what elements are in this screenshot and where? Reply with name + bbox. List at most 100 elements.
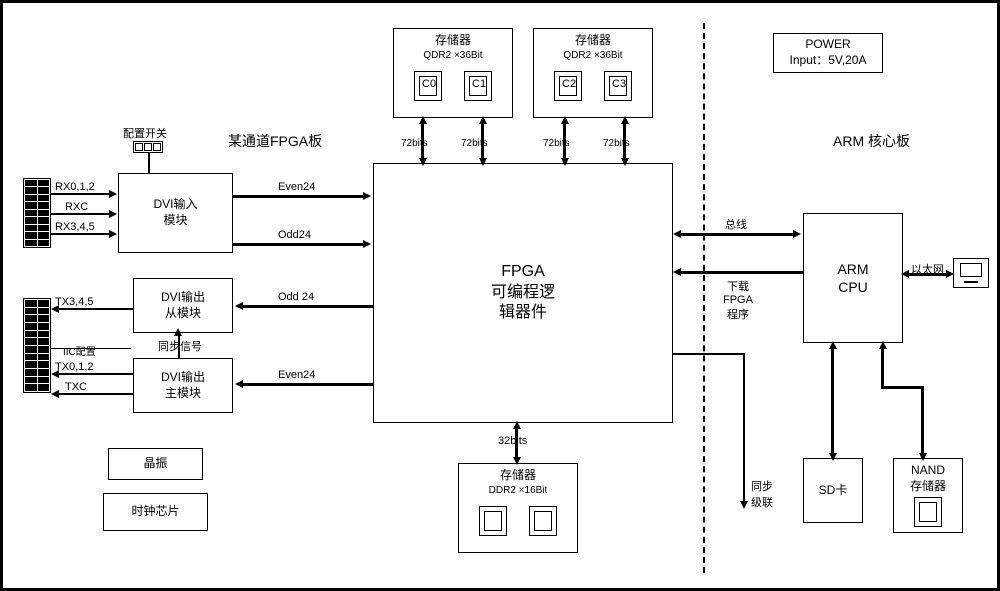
odd24-1-arrow [363,240,371,248]
chip-c0-label: C0 [422,77,436,91]
bus-line [681,233,795,236]
sync-cascade-label: 同步 级联 [751,478,773,510]
dvi-out-master-label: DVI输出 主模块 [161,370,205,401]
sd-box: SD卡 [803,458,863,523]
bus-al [673,230,681,238]
rx012-line [51,193,111,195]
odd24-2-line [243,305,373,308]
tx012-label: TX0,1,2 [55,361,94,373]
arm-sd-au [829,341,837,349]
tx345-arrow [51,305,59,313]
rx-connector-icon [23,178,51,248]
odd24-1-label: Odd24 [278,229,311,241]
download-line [681,271,803,274]
sync-cascade-h [673,353,743,355]
iic-label: IIC配置 [63,343,96,358]
dvi-out-slave-label: DVI输出 从模块 [161,290,205,321]
osc-label: 晶振 [143,456,167,472]
fpga-box: FPGA 可编程逻 辑器件 [373,163,673,423]
mem-bottom-title: 存储器 [500,468,536,484]
bits72-3-ad [561,158,569,166]
dvi-out-master-box: DVI输出 主模块 [133,358,233,413]
mem-top1: 存储器 QDR2 ×36Bit C0 C1 [393,28,513,118]
tx345-label: TX3,4,5 [55,296,94,308]
sync-signal-label: 同步信号 [158,338,202,354]
odd24-2-arrow [235,302,243,310]
mem-bottom-chip1 [479,506,507,536]
chip-c2-label: C2 [562,77,576,91]
arm-board-title: ARM 核心板 [833,131,910,151]
bits72-2-line [481,121,484,161]
arm-nand-ad [919,453,927,461]
txc-label: TXC [65,381,87,393]
even24-2-line [243,383,373,386]
rxc-label: RXC [65,201,88,213]
bits72-1-au [419,116,427,124]
diagram-canvas: 某通道FPGA板 ARM 核心板 POWER Input：5V,20A 存储器 … [0,0,1000,591]
arm-eth-line [906,273,949,276]
tx012-line [59,373,134,375]
sd-label: SD卡 [819,483,848,499]
rxc-arrow [109,210,117,218]
arm-nand-au [879,341,887,349]
bits72-3-line [563,121,566,161]
mem-bottom-subtitle: DDR2 ×16Bit [489,484,548,497]
config-switch-label: 配置开关 [123,125,167,141]
dvi-out-slave-box: DVI输出 从模块 [133,278,233,333]
even24-1-label: Even24 [278,181,315,193]
bits72-1-ad [419,158,427,166]
rx345-arrow [109,230,117,238]
bus-ar [793,230,801,238]
dvi-input-label: DVI输入 模块 [153,197,197,228]
mem-top1-title: 存储器 [435,33,471,49]
sync-cascade-ad [740,501,748,509]
arm-eth-al [901,270,909,278]
nand-label: NAND 存储器 [910,463,946,494]
sync-line [178,333,180,358]
even24-1-arrow [363,192,371,200]
nand-chip [914,497,942,527]
osc-box: 晶振 [108,448,203,480]
bits72-2-au [479,116,487,124]
tx012-arrow [51,370,59,378]
bits72-4-line [623,121,626,161]
even24-2-arrow [235,380,243,388]
mem-top2: 存储器 QDR2 ×36Bit C2 C3 [533,28,653,118]
bits72-3-au [561,116,569,124]
mem-top2-title: 存储器 [575,33,611,49]
divider [703,23,705,573]
arm-eth-ar [946,270,954,278]
dvi-input-box: DVI输入 模块 [118,173,233,253]
rx012-arrow [109,190,117,198]
mem-top1-subtitle: QDR2 ×36Bit [423,49,482,62]
txc-arrow [51,390,59,398]
power-line2: Input：5V,20A [790,53,867,69]
nand-box: NAND 存储器 [893,458,963,533]
mem-bottom: 存储器 DDR2 ×16Bit [458,463,578,553]
arm-cpu-label: ARM CPU [837,260,868,296]
ethernet-port-icon [953,258,989,288]
bits32-ad [513,457,521,465]
arm-cpu-box: ARM CPU [803,213,903,343]
arm-sd-ad [829,453,837,461]
download-al [673,268,681,276]
iic-line [51,348,131,349]
arm-nand-v1 [881,346,884,386]
arm-nand-h [881,386,923,389]
arm-sd-line [831,346,834,456]
mem-bottom-chip2 [529,506,557,536]
even24-2-label: Even24 [278,369,315,381]
odd24-1-line [233,243,365,246]
bits32-line [515,426,518,460]
tx345-line [59,308,134,310]
rx012-label: RX0,1,2 [55,181,95,193]
fpga-board-title: 某通道FPGA板 [228,131,322,151]
fpga-label: FPGA 可编程逻 辑器件 [491,262,555,324]
clock-label: 时钟芯片 [131,504,179,520]
bits72-1-line [421,121,424,161]
bits72-2-ad [479,158,487,166]
bits72-4-ad [621,158,629,166]
odd24-2-label: Odd 24 [278,291,314,303]
power-line1: POWER [805,37,850,53]
sync-arrow [174,328,182,336]
